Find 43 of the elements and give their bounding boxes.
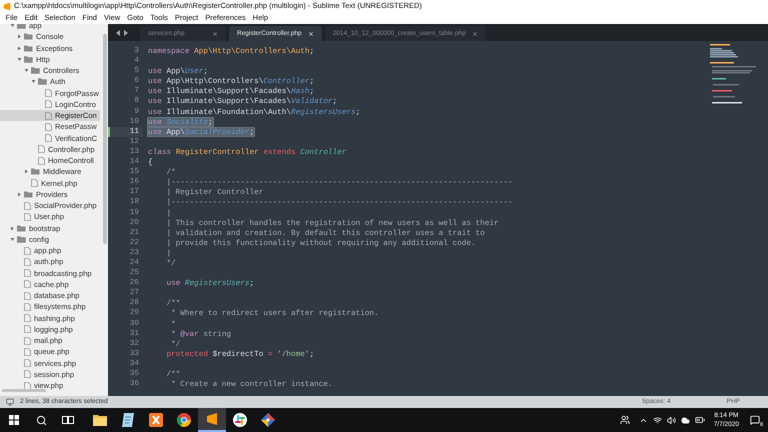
battery-icon[interactable] [694,415,705,425]
sublime-icon [3,2,11,10]
folder-icon [93,414,107,426]
expand-arrow-icon[interactable] [10,226,15,231]
folder-icon [24,56,33,63]
notification-icon [750,415,760,425]
search-icon [36,414,46,426]
task-view-icon [62,415,74,425]
folder-icon [38,78,47,86]
volume-icon[interactable] [666,416,676,424]
folder-icon [31,168,40,176]
slack-icon [233,413,247,427]
close-icon[interactable] [472,30,478,36]
file-icon [31,179,38,188]
expand-arrow-icon[interactable] [17,192,22,197]
folder-icon [17,236,26,243]
xampp-icon [149,413,163,427]
git-icon [261,413,275,427]
notepad-icon [122,413,134,427]
windows-icon [9,415,19,425]
chrome-icon [177,413,191,427]
scrollbar-thumb[interactable] [103,34,107,244]
expand-arrow-icon[interactable] [17,46,22,51]
people-icon[interactable] [620,415,630,425]
folder-icon [17,224,26,232]
expand-arrow-icon[interactable] [24,68,29,74]
expand-arrow-icon[interactable] [10,24,15,28]
expand-arrow-icon[interactable] [17,56,22,62]
folder-icon [31,67,40,74]
wifi-icon[interactable] [652,416,662,424]
minimap-drawing [710,44,758,106]
panel-toggle-icon[interactable] [6,398,14,406]
expand-arrow-icon[interactable] [10,236,15,242]
expand-arrow-icon[interactable] [24,169,29,174]
expand-arrow-icon[interactable] [17,34,22,40]
sublime-icon [206,412,218,426]
scrollbar-thumb[interactable] [2,389,46,392]
expand-arrow-icon[interactable] [31,79,36,84]
folder-icon [24,190,33,198]
close-icon[interactable] [212,30,218,36]
cloud-icon[interactable] [680,416,690,424]
folder-icon [17,24,26,30]
tab-arrows-icon[interactable] [116,30,128,36]
